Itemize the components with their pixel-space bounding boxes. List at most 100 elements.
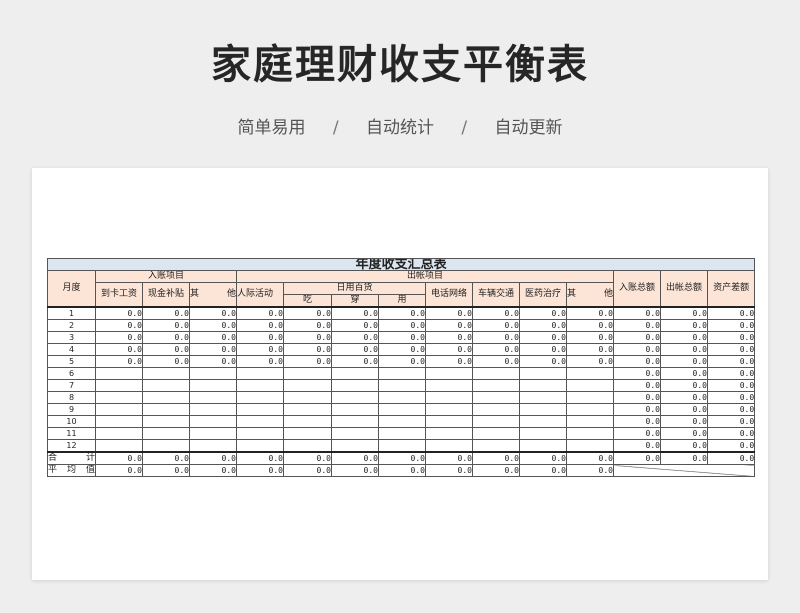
month-cell: 8 [47, 391, 96, 404]
summary-value-cell: 0.0 [660, 343, 708, 356]
total-value-cell: 0.0 [472, 451, 520, 465]
value-cell [142, 391, 190, 404]
value-cell: 0.0 [566, 355, 614, 368]
summary-value-cell: 0.0 [706, 367, 756, 380]
month-cell: 4 [47, 343, 96, 356]
header-income-salary: 到卡工资 [95, 282, 143, 308]
month-cell: 5 [47, 355, 96, 368]
value-cell: 0.0 [95, 343, 143, 356]
value-cell: 0.0 [236, 355, 284, 368]
value-cell [425, 415, 473, 428]
value-cell [331, 415, 379, 428]
value-cell: 0.0 [472, 306, 520, 320]
header-income-group: 入账项目 [95, 270, 237, 283]
table-row: 2 0.0 0.0 0.0 0.0 0.0 0.0 0.0 0.0 0.0 0.0 0.0 0.0 0.0… [47, 319, 756, 332]
value-cell [425, 391, 473, 404]
average-row: 平均值 0.0 0.0 0.0 0.0 0.0 0.0 0.0 0.0 0.0 0.0 0.0 [47, 464, 756, 477]
average-value-cell: 0.0 [283, 464, 332, 477]
value-cell [283, 415, 332, 428]
value-cell [566, 391, 614, 404]
value-cell: 0.0 [331, 343, 379, 356]
value-cell [472, 439, 520, 453]
value-cell [566, 379, 614, 392]
value-cell: 0.0 [425, 343, 473, 356]
total-value-cell: 0.0 [331, 451, 379, 465]
summary-value-cell: 0.0 [660, 331, 708, 344]
header-daily-wear: 穿 [331, 294, 379, 308]
value-cell: 0.0 [236, 306, 284, 320]
value-cell [142, 439, 190, 453]
value-cell [378, 367, 426, 380]
table-row: 6 0.0 0.0 0.0 [47, 367, 756, 380]
average-value-cell: 0.0 [236, 464, 284, 477]
value-cell [142, 367, 190, 380]
table-row: 5 0.0 0.0 0.0 0.0 0.0 0.0 0.0 0.0 0.0 0.0 0.0 0.0 0.0… [47, 355, 756, 368]
value-cell [519, 367, 567, 380]
total-value-cell: 0.0 [660, 451, 708, 465]
value-cell [95, 367, 143, 380]
summary-value-cell: 0.0 [660, 367, 708, 380]
value-cell: 0.0 [519, 319, 567, 332]
value-cell: 0.0 [519, 331, 567, 344]
value-cell [283, 367, 332, 380]
header-expense-group: 出帐项目 [236, 270, 614, 283]
value-cell: 0.0 [283, 343, 332, 356]
summary-value-cell: 0.0 [706, 439, 756, 453]
value-cell: 0.0 [519, 343, 567, 356]
value-cell [331, 403, 379, 416]
summary-value-cell: 0.0 [706, 415, 756, 428]
table-title: 年度收支汇总表 [46, 258, 756, 271]
header-income-total: 入账总额 [613, 270, 661, 308]
value-cell: 0.0 [566, 343, 614, 356]
summary-value-cell: 0.0 [613, 379, 661, 392]
value-cell: 0.0 [189, 319, 237, 332]
value-cell [566, 427, 614, 440]
value-cell: 0.0 [95, 306, 143, 320]
average-value-cell: 0.0 [95, 464, 143, 477]
value-cell [189, 403, 237, 416]
total-value-cell: 0.0 [613, 451, 661, 465]
value-cell [189, 367, 237, 380]
value-cell [95, 379, 143, 392]
value-cell: 0.0 [472, 343, 520, 356]
value-cell: 0.0 [425, 331, 473, 344]
summary-value-cell: 0.0 [613, 391, 661, 404]
total-value-cell: 0.0 [283, 451, 332, 465]
month-cell: 7 [47, 379, 96, 392]
value-cell [566, 367, 614, 380]
value-cell: 0.0 [566, 319, 614, 332]
header-asset-diff: 资产差额 [706, 270, 756, 308]
average-summary-blank [612, 464, 756, 477]
table-row: 9 0.0 0.0 0.0 [47, 403, 756, 416]
value-cell: 0.0 [519, 306, 567, 320]
average-value-cell: 0.0 [331, 464, 379, 477]
value-cell [378, 427, 426, 440]
header-daily-eat: 吃 [283, 294, 332, 308]
summary-value-cell: 0.0 [706, 379, 756, 392]
value-cell [189, 439, 237, 453]
total-value-cell: 0.0 [95, 451, 143, 465]
page-title: 家庭理财收支平衡表 [211, 42, 589, 88]
value-cell [283, 439, 332, 453]
value-cell: 0.0 [566, 306, 614, 320]
value-cell: 0.0 [472, 319, 520, 332]
table-row: 3 0.0 0.0 0.0 0.0 0.0 0.0 0.0 0.0 0.0 0.0 0.0 0.0 0.0… [47, 331, 756, 344]
value-cell: 0.0 [236, 331, 284, 344]
value-cell: 0.0 [425, 319, 473, 332]
summary-value-cell: 0.0 [660, 439, 708, 453]
value-cell [236, 403, 284, 416]
summary-value-cell: 0.0 [660, 355, 708, 368]
value-cell: 0.0 [95, 319, 143, 332]
value-cell: 0.0 [142, 355, 190, 368]
value-cell: 0.0 [189, 331, 237, 344]
month-cell: 3 [47, 331, 96, 344]
value-cell [95, 391, 143, 404]
value-cell [142, 427, 190, 440]
summary-value-cell: 0.0 [706, 355, 756, 368]
value-cell: 0.0 [189, 343, 237, 356]
value-cell [142, 415, 190, 428]
summary-value-cell: 0.0 [613, 367, 661, 380]
value-cell [519, 379, 567, 392]
value-cell [331, 367, 379, 380]
value-cell [283, 427, 332, 440]
